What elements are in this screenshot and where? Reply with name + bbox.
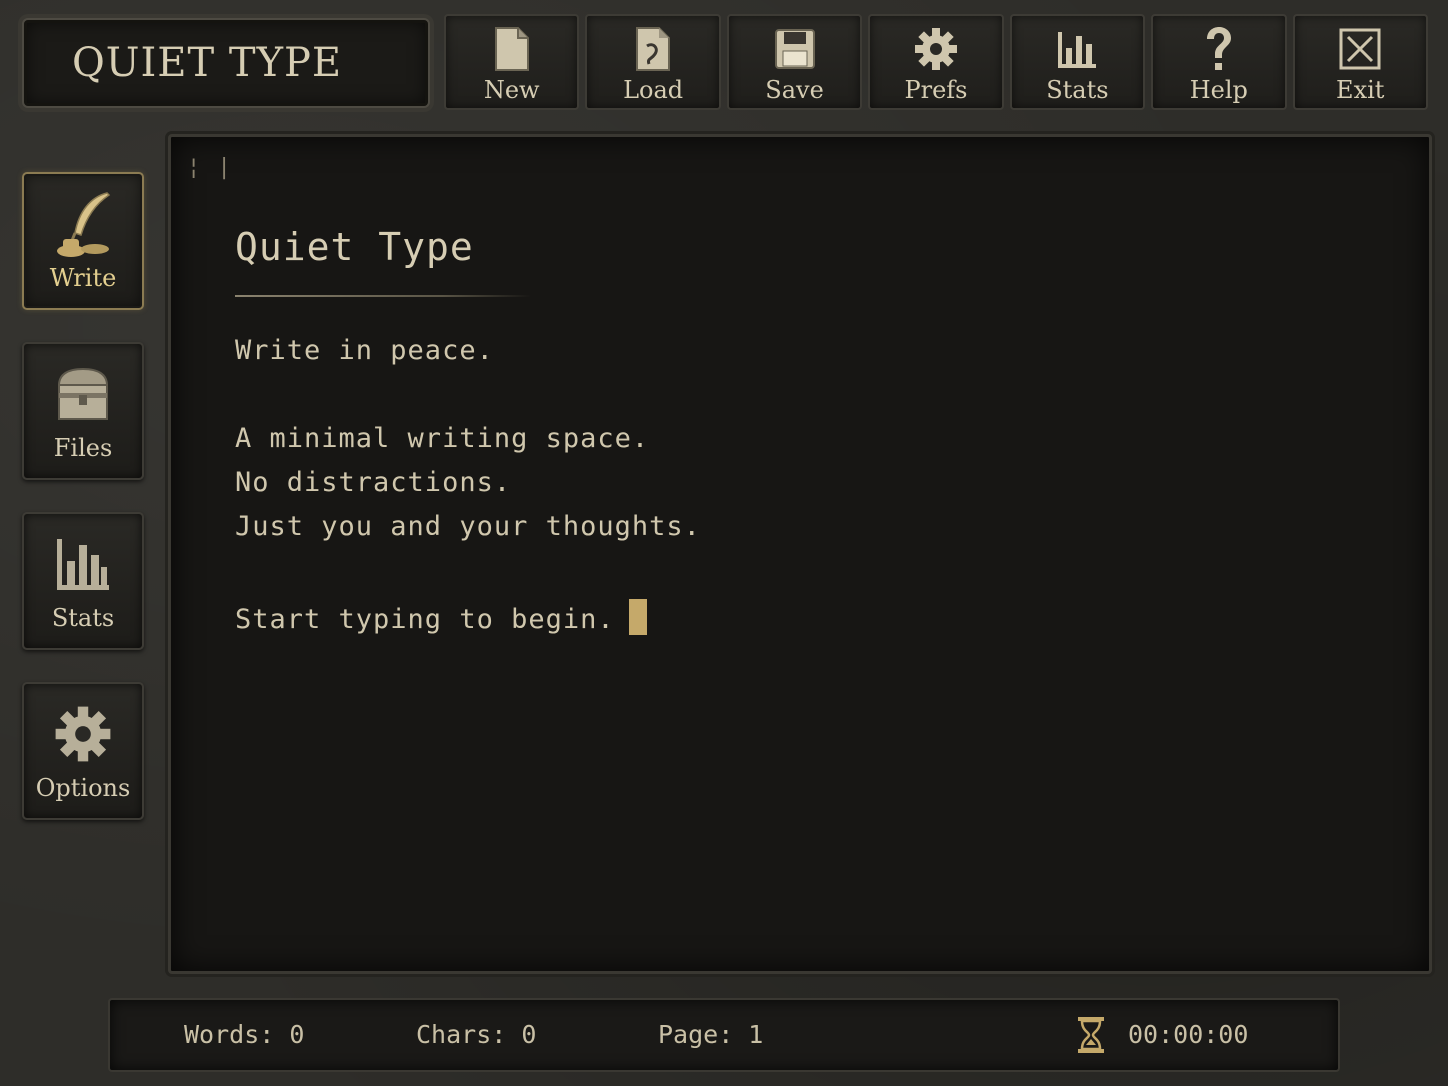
status-bar: Words: 0 Chars: 0 Page: 1 00:00:00 [108,998,1340,1072]
app-title: QUIET TYPE [72,40,343,86]
page-number: Page: 1 [658,1020,764,1049]
document-title: Quiet Type [235,225,474,269]
document-line: Just you and your thoughts. [235,511,701,542]
prefs-button-label: Prefs [904,76,968,104]
margin-marks: ¦ | [187,155,233,180]
document-line: No distractions. [235,467,512,498]
document-line-last: Start typing to begin. [235,599,647,635]
sidebar-item-label: Write [49,264,117,292]
sidebar-item-files[interactable]: Files [22,342,144,480]
save-button[interactable]: Save [726,14,863,110]
sidebar-item-stats[interactable]: Stats [22,512,144,650]
bar-chart-icon [1053,24,1101,74]
document-line: Write in peace. [235,335,494,366]
stats-button[interactable]: Stats [1009,14,1146,110]
document-line: A minimal writing space. [235,423,650,454]
hourglass-icon [1076,1016,1106,1060]
prefs-button[interactable]: Prefs [868,14,1004,110]
char-count: Chars: 0 [416,1020,537,1049]
bar-chart-icon [49,528,117,600]
text-cursor [628,599,647,635]
load-button-label: Load [623,76,684,104]
app-title-plate: QUIET TYPE [22,18,430,108]
sidebar-item-label: Stats [51,604,115,632]
exit-button-label: Exit [1336,76,1385,104]
toolbar: New Load Save Prefs Stats Help Exit [444,14,1434,110]
load-button[interactable]: Load [585,14,721,110]
sidebar-item-options[interactable]: Options [22,682,144,820]
help-button-label: Help [1189,76,1248,104]
quill-inkwell-icon [49,188,117,260]
new-document-icon [488,24,536,74]
title-divider [235,295,531,297]
help-button[interactable]: Help [1151,14,1287,110]
sidebar-item-label: Files [53,434,113,462]
gear-icon [49,698,117,770]
new-button-label: New [483,76,540,104]
exit-button[interactable]: Exit [1292,14,1428,110]
close-box-icon [1336,24,1384,74]
stats-button-label: Stats [1046,76,1109,104]
load-document-icon [629,24,677,74]
sidebar-item-label: Options [35,774,131,802]
new-button[interactable]: New [444,14,580,110]
app-window: QUIET TYPE New Load Save Prefs Stats Hel… [0,0,1448,1086]
gear-icon [912,24,960,74]
document-line: Start typing to begin. [235,604,615,635]
question-mark-icon [1195,24,1243,74]
save-button-label: Save [765,76,824,104]
chest-icon [49,358,117,430]
sidebar-item-write[interactable]: Write [22,172,144,310]
session-timer: 00:00:00 [1128,1020,1249,1049]
word-count: Words: 0 [184,1020,305,1049]
editor-area[interactable]: ¦ | Quiet Type Write in peace. A minimal… [168,134,1432,974]
floppy-disk-icon [771,24,819,74]
